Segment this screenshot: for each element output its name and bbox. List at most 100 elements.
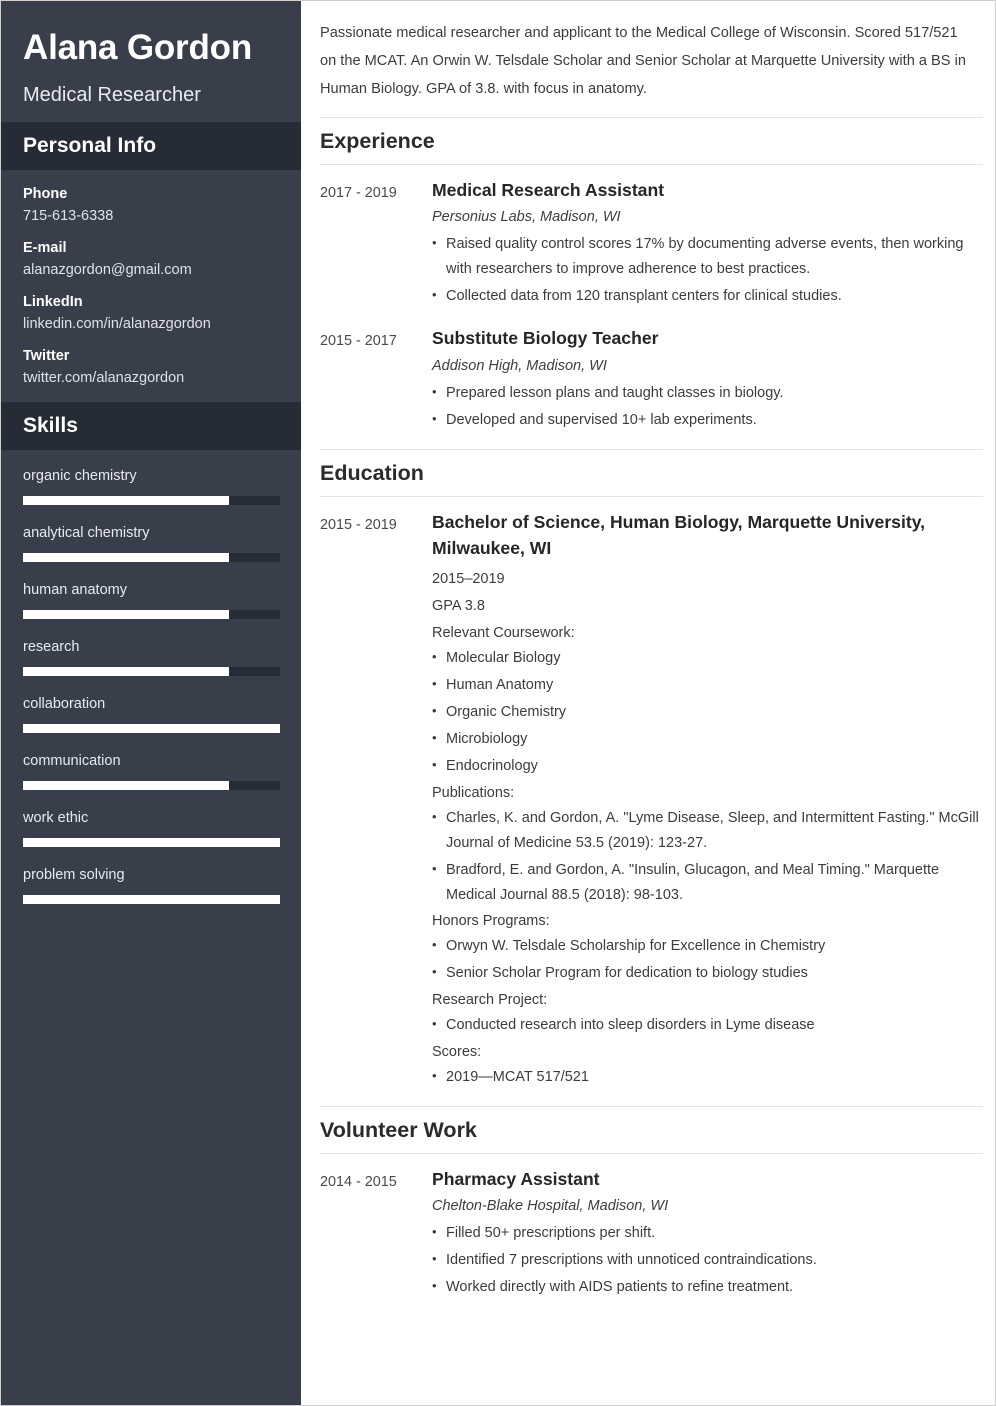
skill-fill bbox=[23, 609, 229, 619]
section-education: Education 2015 - 2019 Bachelor of Scienc… bbox=[320, 448, 983, 1093]
bullet-item: Worked directly with AIDS patients to re… bbox=[432, 1275, 983, 1300]
skill-track bbox=[23, 495, 280, 505]
section-title-experience: Experience bbox=[320, 117, 983, 166]
skill-label: analytical chemistry bbox=[23, 524, 150, 541]
contact-list: Phone 715-613-6338 E-mail alanazgordon@g… bbox=[1, 170, 301, 386]
skills-list: organic chemistry analytical chemistry h… bbox=[1, 450, 301, 904]
skills-heading: Skills bbox=[1, 401, 301, 450]
skill-label: work ethic bbox=[23, 809, 89, 826]
entry-org: Chelton-Blake Hospital, Madison, WI bbox=[432, 1198, 669, 1215]
skill-track bbox=[23, 723, 280, 733]
contact-item-linkedin: LinkedIn linkedin.com/in/alanazgordon bbox=[23, 294, 279, 332]
skill-fill bbox=[23, 837, 280, 847]
skill-fill bbox=[23, 894, 280, 904]
entry-dates: 2015 - 2017 bbox=[320, 333, 397, 350]
skill-track bbox=[23, 609, 280, 619]
contact-value-twitter[interactable]: twitter.com/alanazgordon bbox=[23, 370, 279, 386]
skill-fill bbox=[23, 780, 229, 790]
contact-item-email: E-mail alanazgordon@gmail.com bbox=[23, 240, 279, 278]
contact-value-phone[interactable]: 715-613-6338 bbox=[23, 208, 279, 224]
skill-item: organic chemistry bbox=[23, 467, 280, 505]
publications-list: Charles, K. and Gordon, A. "Lyme Disease… bbox=[432, 806, 983, 908]
entry-body: Medical Research Assistant Personius Lab… bbox=[432, 177, 983, 311]
skill-track bbox=[23, 780, 280, 790]
skill-item: research bbox=[23, 638, 280, 676]
skill-label: problem solving bbox=[23, 866, 125, 883]
bullet-item: Collected data from 120 transplant cente… bbox=[432, 284, 983, 309]
name-block: Alana Gordon Medical Researcher bbox=[1, 1, 301, 122]
entry-org: Personius Labs, Madison, WI bbox=[432, 209, 621, 226]
scores-list: 2019—MCAT 517/521 bbox=[432, 1065, 983, 1090]
section-title-volunteer: Volunteer Work bbox=[320, 1106, 983, 1155]
research-list: Conducted research into sleep disorders … bbox=[432, 1013, 983, 1038]
bullet-item: Bradford, E. and Gordon, A. "Insulin, Gl… bbox=[432, 858, 983, 908]
skill-item: human anatomy bbox=[23, 582, 280, 619]
volunteer-entry: 2014 - 2015 Pharmacy Assistant Chelton-B… bbox=[320, 1166, 983, 1302]
bullet-item: Orwyn W. Telsdale Scholarship for Excell… bbox=[432, 934, 983, 959]
bullet-item: Filled 50+ prescriptions per shift. bbox=[432, 1221, 983, 1246]
bullet-item: Charles, K. and Gordon, A. "Lyme Disease… bbox=[432, 806, 983, 856]
research-label: Research Project: bbox=[432, 992, 548, 1009]
skill-track bbox=[23, 894, 280, 904]
contact-label: E-mail bbox=[23, 239, 67, 256]
skill-item: collaboration bbox=[23, 696, 280, 733]
coursework-list: Molecular Biology Human Anatomy Organic … bbox=[432, 646, 983, 779]
skill-label: organic chemistry bbox=[23, 467, 137, 484]
bullet-item: Organic Chemistry bbox=[432, 700, 983, 725]
education-entry: 2015 - 2019 Bachelor of Science, Human B… bbox=[320, 509, 983, 1093]
entry-dates: 2017 - 2019 bbox=[320, 185, 397, 202]
bullet-item: Developed and supervised 10+ lab experim… bbox=[432, 408, 983, 433]
personal-info-heading: Personal Info bbox=[1, 121, 301, 170]
bullet-item: Prepared lesson plans and taught classes… bbox=[432, 381, 983, 406]
bullet-item: 2019—MCAT 517/521 bbox=[432, 1065, 983, 1090]
entry-role: Pharmacy Assistant bbox=[432, 1169, 600, 1190]
entry-bullets: Prepared lesson plans and taught classes… bbox=[432, 381, 983, 433]
bullet-item: Endocrinology bbox=[432, 754, 983, 779]
experience-entry: 2015 - 2017 Substitute Biology Teacher A… bbox=[320, 325, 983, 434]
contact-item-twitter: Twitter twitter.com/alanazgordon bbox=[23, 348, 279, 386]
entry-body: Bachelor of Science, Human Biology, Marq… bbox=[432, 509, 983, 1093]
bullet-item: Microbiology bbox=[432, 727, 983, 752]
entry-body: Pharmacy Assistant Chelton-Blake Hospita… bbox=[432, 1166, 983, 1302]
bullet-item: Human Anatomy bbox=[432, 673, 983, 698]
main-content: Passionate medical researcher and applic… bbox=[301, 1, 995, 1405]
skill-item: work ethic bbox=[23, 809, 280, 847]
bullet-item: Senior Scholar Program for dedication to… bbox=[432, 961, 983, 986]
scores-label: Scores: bbox=[432, 1044, 482, 1061]
sidebar: Alana Gordon Medical Researcher Personal… bbox=[1, 1, 301, 1405]
contact-label: Phone bbox=[23, 185, 68, 202]
publications-label: Publications: bbox=[432, 784, 515, 801]
skill-fill bbox=[23, 552, 229, 562]
entry-org: Addison High, Madison, WI bbox=[432, 357, 607, 374]
entry-dates: 2014 - 2015 bbox=[320, 1174, 397, 1191]
degree-title: Bachelor of Science, Human Biology, Marq… bbox=[432, 511, 926, 558]
entry-body: Substitute Biology Teacher Addison High,… bbox=[432, 325, 983, 434]
bullet-item: Conducted research into sleep disorders … bbox=[432, 1013, 983, 1038]
bullet-item: Identified 7 prescriptions with unnotice… bbox=[432, 1248, 983, 1273]
skill-fill bbox=[23, 723, 280, 733]
entry-role: Substitute Biology Teacher bbox=[432, 328, 659, 349]
skill-track bbox=[23, 837, 280, 847]
honors-label: Honors Programs: bbox=[432, 913, 550, 930]
entry-dates: 2015 - 2019 bbox=[320, 516, 397, 533]
contact-label: LinkedIn bbox=[23, 293, 83, 310]
skill-item: communication bbox=[23, 753, 280, 790]
skill-item: analytical chemistry bbox=[23, 524, 280, 562]
coursework-label: Relevant Coursework: bbox=[432, 625, 575, 642]
resume-page: Alana Gordon Medical Researcher Personal… bbox=[0, 0, 996, 1406]
section-title-education: Education bbox=[320, 448, 983, 497]
skill-label: research bbox=[23, 638, 80, 655]
candidate-name: Alana Gordon bbox=[23, 28, 252, 67]
honors-list: Orwyn W. Telsdale Scholarship for Excell… bbox=[432, 934, 983, 986]
education-years: 2015–2019 bbox=[432, 571, 505, 588]
skill-item: problem solving bbox=[23, 866, 280, 904]
skill-track bbox=[23, 666, 280, 676]
contact-label: Twitter bbox=[23, 347, 70, 364]
skill-fill bbox=[23, 495, 229, 505]
entry-bullets: Filled 50+ prescriptions per shift. Iden… bbox=[432, 1221, 983, 1300]
experience-entry: 2017 - 2019 Medical Research Assistant P… bbox=[320, 177, 983, 311]
education-gpa: GPA 3.8 bbox=[432, 598, 485, 615]
bullet-item: Raised quality control scores 17% by doc… bbox=[432, 232, 983, 282]
contact-value-linkedin[interactable]: linkedin.com/in/alanazgordon bbox=[23, 316, 279, 332]
contact-value-email[interactable]: alanazgordon@gmail.com bbox=[23, 262, 279, 278]
